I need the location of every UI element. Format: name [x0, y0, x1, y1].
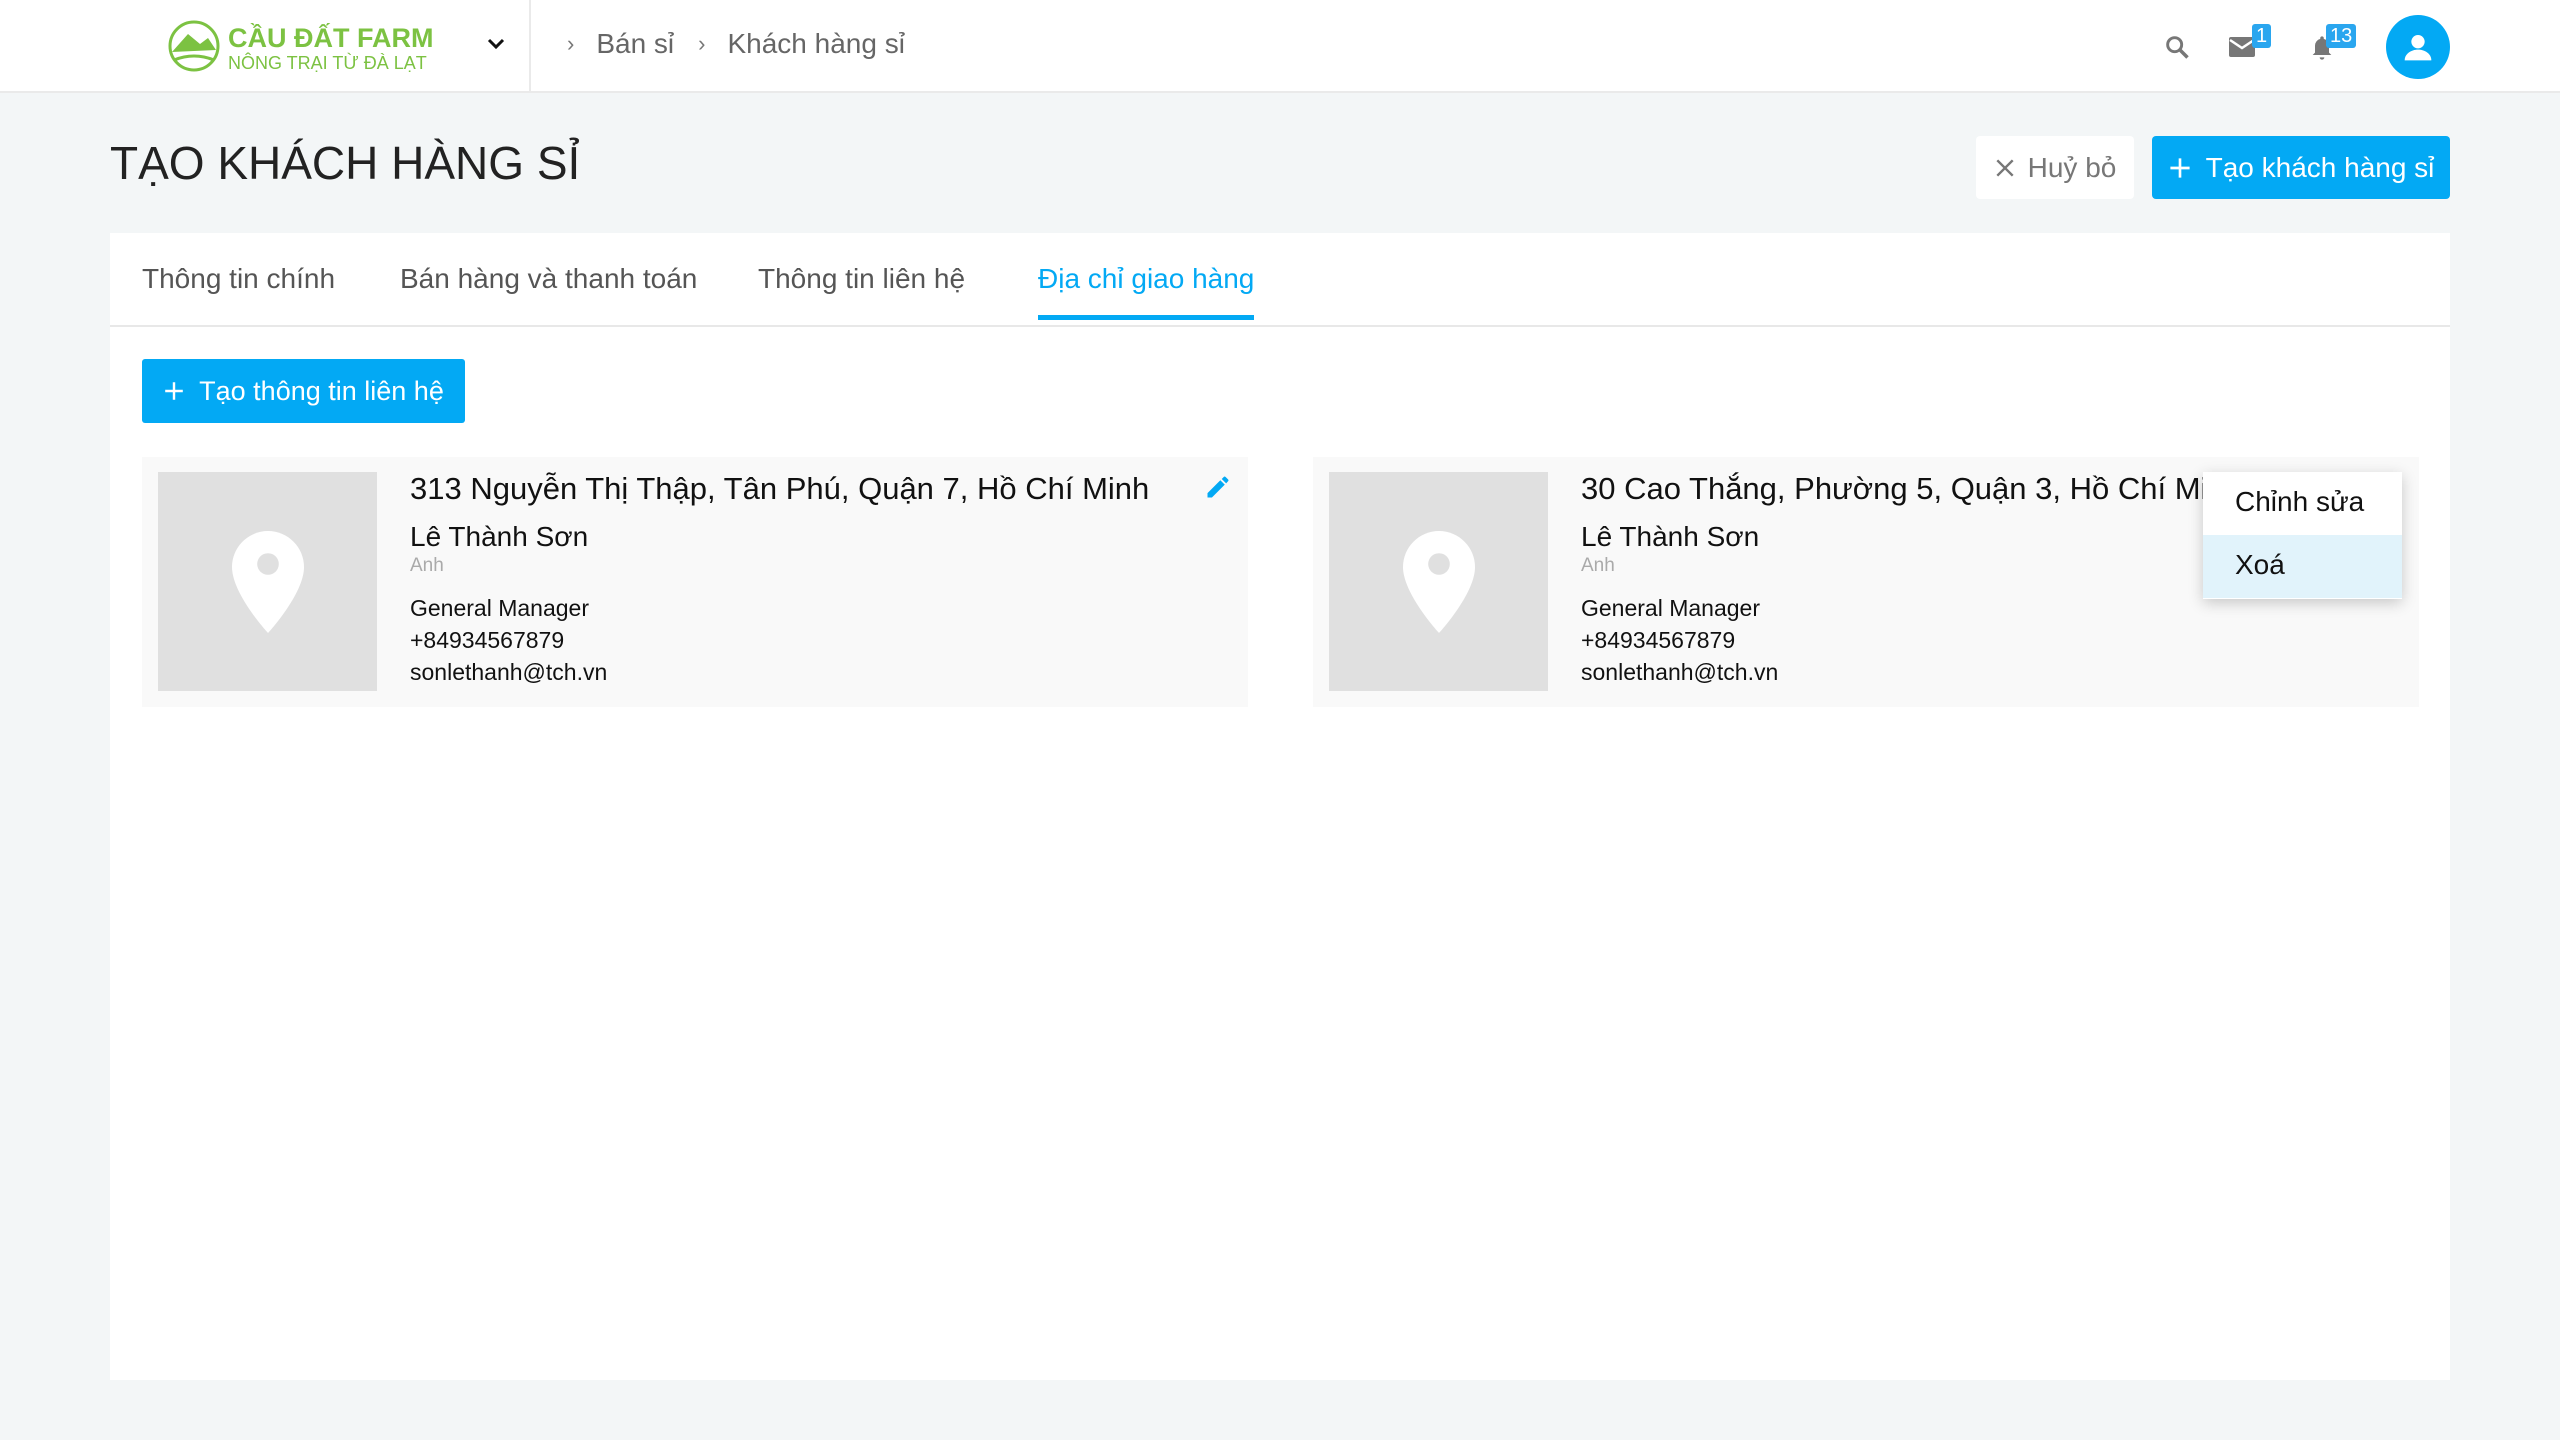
plus-icon [2169, 157, 2190, 178]
create-label: Tạo khách hàng sỉ [2205, 151, 2435, 183]
cancel-label: Huỷ bỏ [2027, 151, 2117, 183]
chevron-down-icon[interactable] [484, 32, 508, 56]
breadcrumb-item[interactable]: Khách hàng sỉ [727, 28, 904, 60]
breadcrumb-item[interactable]: Bán sỉ [596, 28, 674, 60]
notification-count-badge: 13 [2326, 24, 2357, 48]
divider [529, 0, 531, 93]
contact-name: Lê Thành Sơn [410, 521, 589, 552]
map-pin-icon [1402, 530, 1475, 633]
contact-role: General Manager [410, 595, 589, 621]
logo-icon [168, 20, 220, 72]
mail-count-badge: 1 [2252, 24, 2272, 48]
address-line: 30 Cao Thắng, Phường 5, Quận 3, Hồ Chí M… [1581, 471, 2242, 506]
brand-logo[interactable]: CẦU ĐẤT FARM NÔNG TRẠI TỪ ĐÀ LẠT [166, 20, 433, 76]
search-icon[interactable] [2163, 33, 2191, 61]
map-pin-icon [231, 530, 304, 633]
page-title: TẠO KHÁCH HÀNG SỈ [110, 137, 581, 189]
avatar[interactable] [2386, 15, 2450, 79]
address-card: 313 Nguyễn Thị Thập, Tân Phú, Quận 7, Hồ… [142, 457, 1248, 707]
menu-item-edit[interactable]: Chỉnh sửa [2203, 472, 2402, 535]
contact-role: General Manager [1581, 595, 1760, 621]
contact-email: sonlethanh@tch.vn [410, 659, 608, 685]
menu-item-delete[interactable]: Xoá [2203, 535, 2402, 598]
close-icon [1996, 158, 2014, 177]
breadcrumb-separator-icon: › [698, 31, 706, 56]
top-bar: CẦU ĐẤT FARM NÔNG TRẠI TỪ ĐÀ LẠT › Bán sỉ… [0, 0, 2560, 93]
tab-sales-payment[interactable]: Bán hàng và thanh toán [400, 263, 697, 315]
create-wholesale-customer-button[interactable]: Tạo khách hàng sỉ [2152, 136, 2450, 199]
user-icon [2404, 35, 2432, 61]
contact-title: Anh [1581, 555, 1615, 576]
contact-phone: +84934567879 [410, 627, 565, 653]
add-contact-button[interactable]: Tạo thông tin liên hệ [142, 359, 465, 423]
map-placeholder [158, 472, 377, 691]
pencil-icon[interactable] [1204, 473, 1232, 501]
contact-email: sonlethanh@tch.vn [1581, 659, 1779, 685]
tab-shipping-address[interactable]: Địa chỉ giao hàng [1038, 263, 1255, 320]
add-contact-label: Tạo thông tin liên hệ [199, 375, 444, 406]
logo-subtitle: NÔNG TRẠI TỪ ĐÀ LẠT [228, 52, 427, 73]
contact-name: Lê Thành Sơn [1581, 521, 1760, 552]
breadcrumb-separator-icon: › [567, 31, 575, 56]
map-placeholder [1329, 472, 1548, 691]
address-line: 313 Nguyễn Thị Thập, Tân Phú, Quận 7, Hồ… [410, 471, 1150, 506]
tab-contact-info[interactable]: Thông tin liên hệ [758, 263, 965, 315]
plus-icon [165, 382, 183, 400]
contact-phone: +84934567879 [1581, 627, 1736, 653]
breadcrumb: › Bán sỉ › Khách hàng sỉ [565, 28, 905, 60]
cancel-button[interactable]: Huỷ bỏ [1976, 136, 2134, 199]
context-menu: Chỉnh sửa Xoá [2203, 472, 2402, 599]
contact-title: Anh [410, 555, 444, 576]
tab-main-info[interactable]: Thông tin chính [142, 263, 335, 315]
form-card: Thông tin chính Bán hàng và thanh toán T… [110, 233, 2450, 1380]
logo-title: CẦU ĐẤT FARM [228, 22, 434, 53]
tab-bar: Thông tin chính Bán hàng và thanh toán T… [110, 233, 2450, 327]
